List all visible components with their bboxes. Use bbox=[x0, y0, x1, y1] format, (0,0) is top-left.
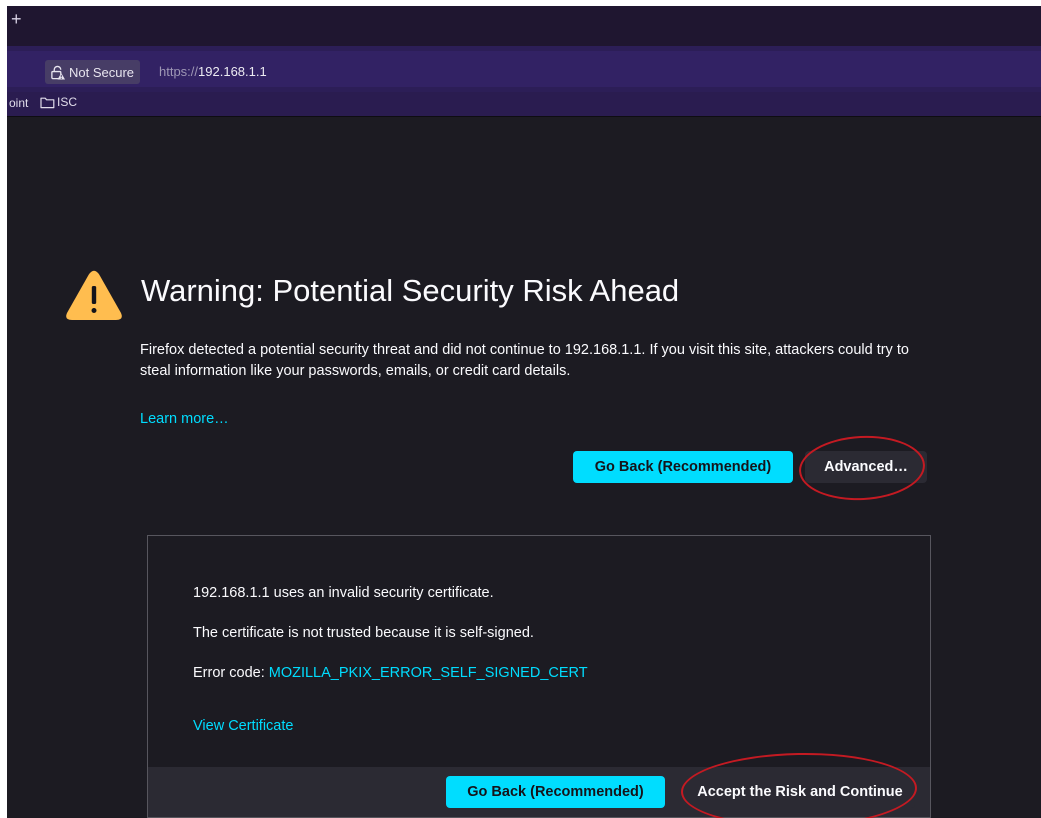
bookmark-item[interactable]: oint bbox=[9, 96, 28, 110]
url-host: 192.168.1.1 bbox=[198, 64, 267, 79]
accept-risk-button[interactable]: Accept the Risk and Continue bbox=[685, 776, 915, 808]
site-identity-label: Not Secure bbox=[69, 64, 135, 80]
error-code-prefix: Error code: bbox=[193, 665, 269, 681]
bookmark-folder-isc[interactable]: ISC bbox=[40, 95, 77, 109]
advanced-panel-footer: Go Back (Recommended) Accept the Risk an… bbox=[148, 767, 930, 817]
new-tab-button[interactable]: + bbox=[11, 9, 22, 29]
go-back-button[interactable]: Go Back (Recommended) bbox=[573, 451, 793, 483]
browser-window: + Not Secure https://192.168.1.1 oint IS… bbox=[7, 6, 1041, 818]
url-bar[interactable]: Not Secure https://192.168.1.1 bbox=[7, 51, 1041, 87]
error-code-link[interactable]: MOZILLA_PKIX_ERROR_SELF_SIGNED_CERT bbox=[269, 665, 588, 681]
url-text[interactable]: https://192.168.1.1 bbox=[159, 60, 267, 84]
folder-icon bbox=[40, 97, 55, 108]
url-scheme: https:// bbox=[159, 64, 199, 79]
learn-more-link[interactable]: Learn more… bbox=[140, 411, 229, 427]
bookmark-label: ISC bbox=[57, 95, 78, 109]
site-identity-button[interactable]: Not Secure bbox=[45, 60, 141, 84]
advanced-button[interactable]: Advanced… bbox=[805, 451, 927, 483]
page-title: Warning: Potential Security Risk Ahead bbox=[141, 273, 680, 308]
bookmarks-toolbar: oint ISC bbox=[7, 92, 1041, 116]
certificate-issue-text: 192.168.1.1 uses an invalid security cer… bbox=[193, 585, 494, 601]
navigation-toolbar: Not Secure https://192.168.1.1 bbox=[7, 46, 1041, 92]
view-certificate-link[interactable]: View Certificate bbox=[193, 718, 293, 734]
warning-triangle-icon bbox=[66, 270, 122, 320]
error-page: Warning: Potential Security Risk Ahead F… bbox=[7, 117, 1041, 818]
go-back-button-bottom[interactable]: Go Back (Recommended) bbox=[446, 776, 665, 808]
certificate-reason-text: The certificate is not trusted because i… bbox=[193, 625, 534, 641]
tab-strip: + bbox=[7, 6, 1041, 46]
error-code-line: Error code: MOZILLA_PKIX_ERROR_SELF_SIGN… bbox=[193, 665, 588, 681]
advanced-panel: 192.168.1.1 uses an invalid security cer… bbox=[147, 535, 931, 818]
lock-warning-icon bbox=[51, 65, 65, 80]
warning-description: Firefox detected a potential security th… bbox=[140, 342, 909, 379]
